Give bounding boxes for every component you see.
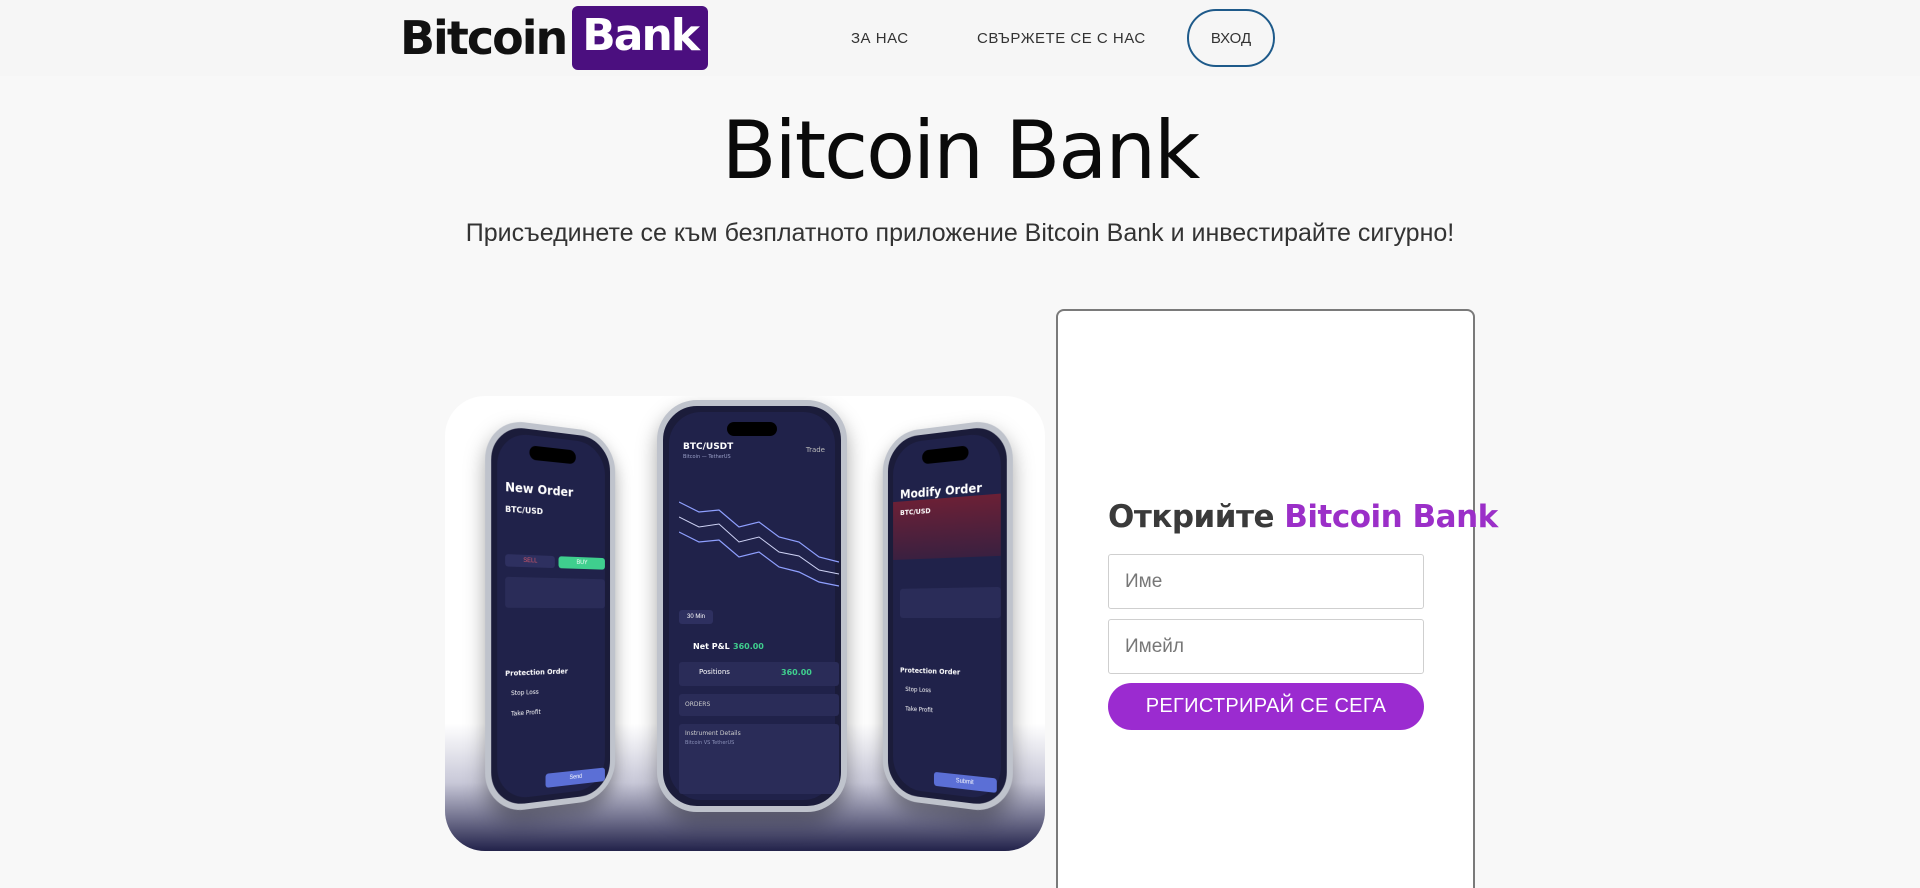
page-subtitle: Присъединете се към безплатното приложен… xyxy=(465,219,1455,247)
order-box xyxy=(505,576,605,609)
signup-title-accent: Bitcoin Bank xyxy=(1284,499,1498,535)
logo-text: Bitcoin xyxy=(400,11,568,65)
take-profit-label: Take Profit xyxy=(905,705,933,715)
logo-badge: Bank xyxy=(572,6,709,70)
phone-screen: Modify Order BTC/USD Protection Order St… xyxy=(893,431,1001,801)
signup-card: Открийте Bitcoin Bank РЕГИСТРИРАЙ СЕ СЕГ… xyxy=(1056,309,1498,888)
orders-label: ORDERS xyxy=(685,701,711,708)
phone-left: New Order BTC/USD SELL BUY Protection Or… xyxy=(485,417,616,815)
site-logo[interactable]: Bitcoin Bank xyxy=(400,6,709,70)
phone-notch xyxy=(922,445,969,465)
protection-label: Protection Order xyxy=(900,666,961,677)
buy-button: BUY xyxy=(558,556,605,570)
app-phones-image: New Order BTC/USD SELL BUY Protection Or… xyxy=(445,396,1045,851)
phone-left-pair: BTC/USD xyxy=(505,504,543,517)
send-button: Send xyxy=(545,767,605,788)
signup-title-prefix: Открийте xyxy=(1108,499,1275,535)
signup-title: Открийте Bitcoin Bank xyxy=(1108,499,1498,535)
timeframe-button: 30 Min xyxy=(679,610,713,624)
price-chart xyxy=(679,501,839,587)
trade-label: Trade xyxy=(805,446,825,454)
page-title: Bitcoin Bank xyxy=(721,104,1201,197)
protection-label: Protection Order xyxy=(505,667,568,678)
take-profit-label: Take Profit xyxy=(511,708,541,718)
stop-loss-label: Stop Loss xyxy=(511,688,539,698)
nav-link-about[interactable]: ЗА НАС xyxy=(851,0,909,76)
submit-order-button: Submit xyxy=(933,771,997,793)
phone-left-title: New Order xyxy=(505,479,574,500)
net-pl-value: 360.00 xyxy=(733,642,764,651)
phone-middle-pair-sub: Bitcoin — TetherUS xyxy=(683,454,731,460)
instrument-sub: Bitcoin VS TetherUS xyxy=(685,740,735,746)
email-field[interactable] xyxy=(1108,619,1424,674)
net-pl-label: Net P&L xyxy=(693,642,730,651)
sell-button: SELL xyxy=(505,554,555,569)
phone-right: Modify Order BTC/USD Protection Order St… xyxy=(882,417,1013,815)
phone-notch xyxy=(529,445,576,465)
instrument-label: Instrument Details xyxy=(685,730,741,737)
order-box xyxy=(900,586,1001,619)
phone-middle-pair: BTC/USDT xyxy=(683,442,734,452)
nav-link-contact[interactable]: СВЪРЖЕТЕ СЕ С НАС xyxy=(977,0,1146,76)
phone-screen: New Order BTC/USD SELL BUY Protection Or… xyxy=(497,431,605,801)
phone-notch xyxy=(727,422,777,436)
login-button[interactable]: ВХОД xyxy=(1187,9,1275,67)
red-chart xyxy=(893,493,1001,561)
name-field[interactable] xyxy=(1108,554,1424,609)
register-button[interactable]: РЕГИСТРИРАЙ СЕ СЕГА xyxy=(1108,683,1424,730)
stop-loss-label: Stop Loss xyxy=(905,686,931,695)
positions-value: 360.00 xyxy=(781,668,812,677)
positions-label: Positions xyxy=(699,668,730,676)
phone-middle: BTC/USDT Bitcoin — TetherUS Trade 30 Min… xyxy=(657,400,847,812)
phone-screen: BTC/USDT Bitcoin — TetherUS Trade 30 Min… xyxy=(669,412,839,800)
site-header: Bitcoin Bank ЗА НАС СВЪРЖЕТЕ СЕ С НАС ВХ… xyxy=(0,0,1920,76)
